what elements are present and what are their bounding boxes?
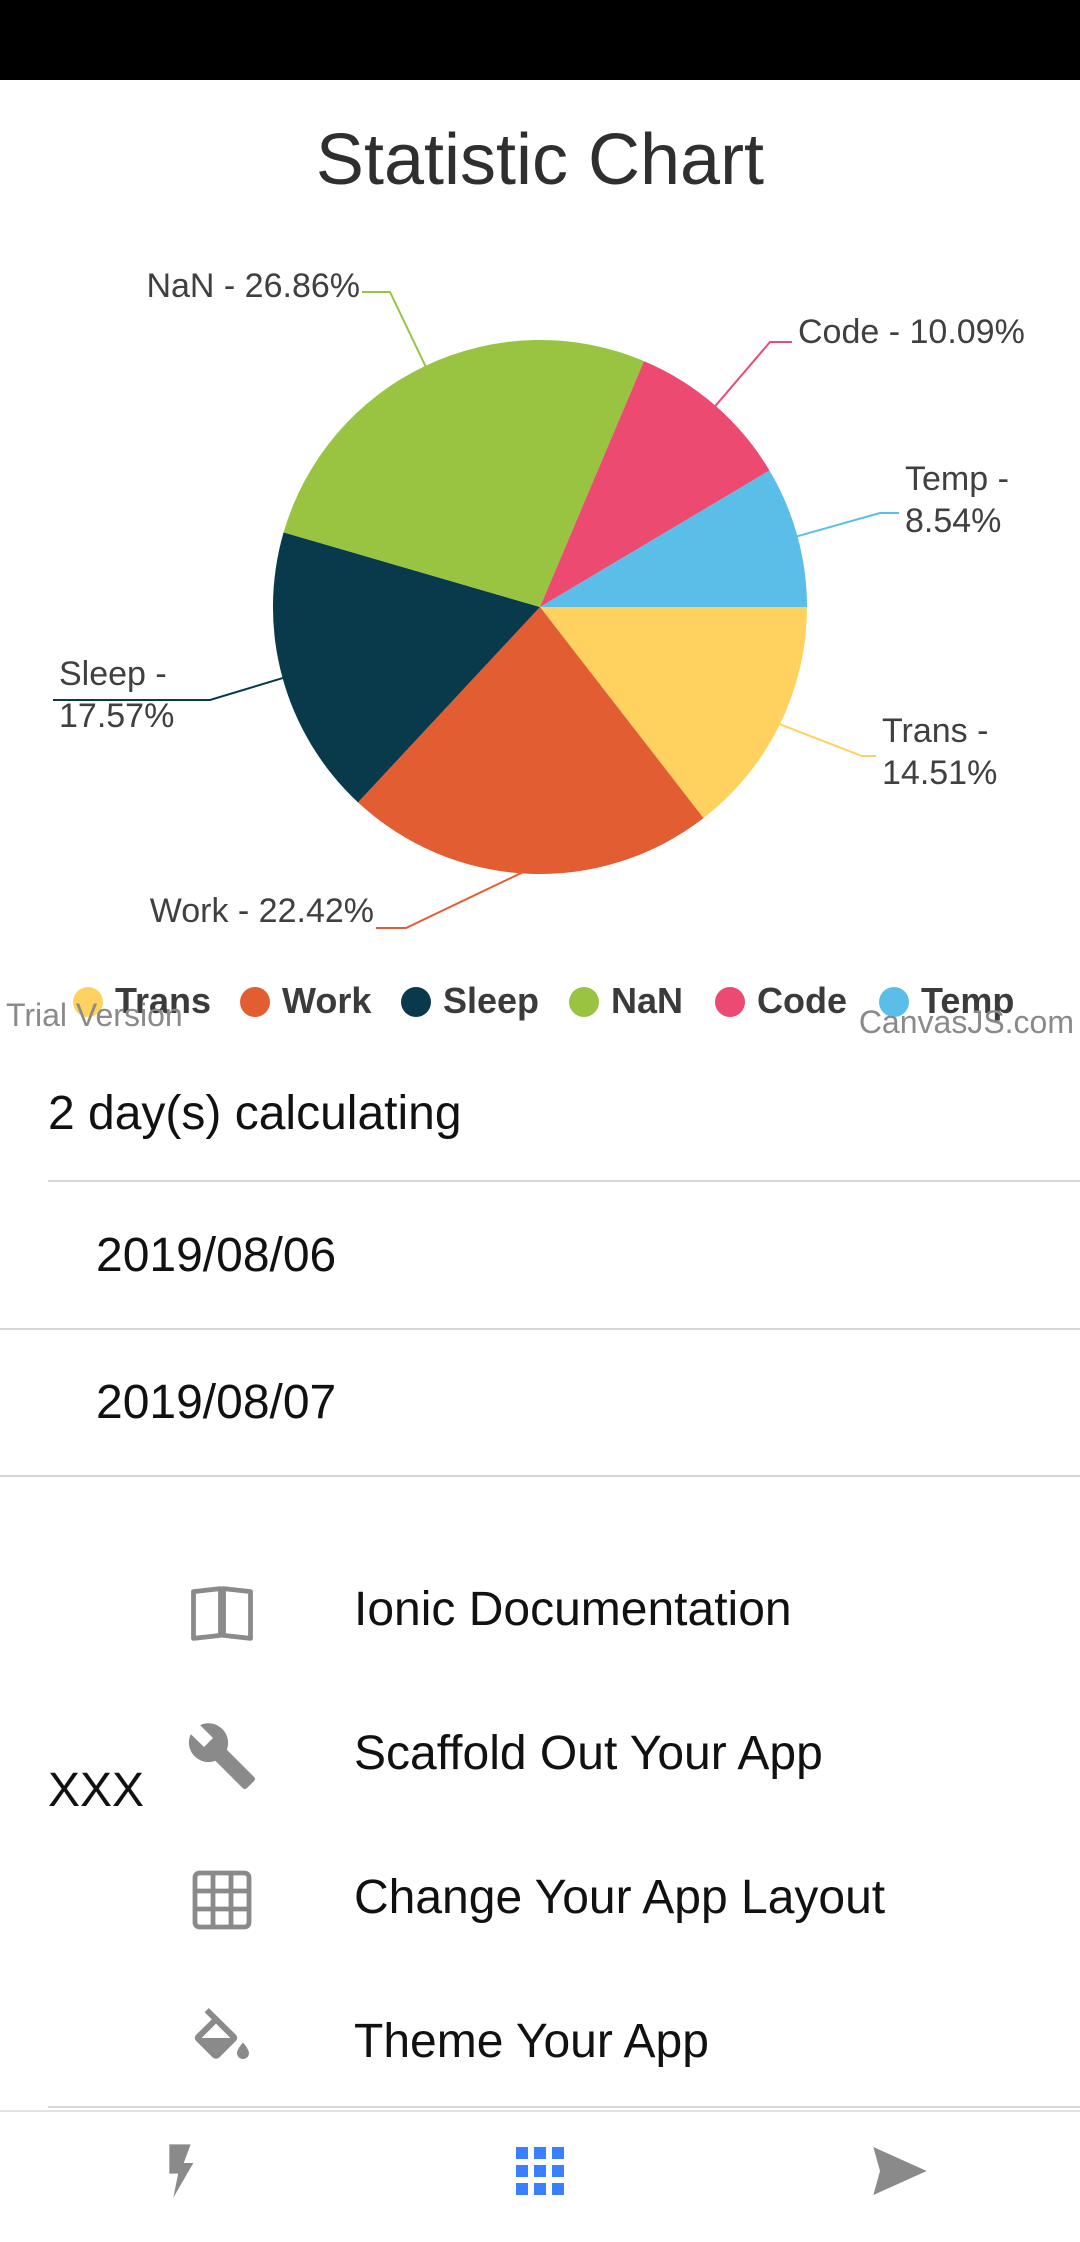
legend-marker-nan[interactable] xyxy=(569,987,599,1017)
pie-label-temp: Temp -8.54% xyxy=(905,460,1009,540)
tab-flash[interactable] xyxy=(0,2112,360,2242)
menu-item-scaffold[interactable]: Scaffold Out Your App xyxy=(0,1682,1080,1826)
divider xyxy=(0,1475,1080,1477)
status-bar xyxy=(0,0,1080,80)
menu-item-theme[interactable]: Theme Your App xyxy=(0,1970,1080,2114)
grid-icon xyxy=(192,1870,252,1930)
days-text: 2 day(s) calculating xyxy=(48,1087,462,1140)
pie-label-nan: NaN - 26.86% xyxy=(146,267,360,305)
chart-credit-left: Trial Version xyxy=(6,997,183,1033)
date-item[interactable]: 2019/08/07 xyxy=(0,1331,1080,1477)
divider xyxy=(48,2106,1080,2108)
statistic-chart: Statistic Chart Trans -14.51% Work - 22.4… xyxy=(0,80,1080,1040)
menu-item-label: Change Your App Layout xyxy=(354,1871,886,1924)
date-item[interactable]: 2019/08/06 xyxy=(0,1184,1080,1330)
pie-leader-line-trans xyxy=(775,721,876,757)
legend-label-work[interactable]: Work xyxy=(282,980,372,1021)
tab-apps[interactable] xyxy=(360,2112,720,2242)
pie-label-work: Work - 22.42% xyxy=(150,892,374,930)
legend-marker-work[interactable] xyxy=(240,987,270,1017)
legend-label-nan[interactable]: NaN xyxy=(611,980,683,1021)
pie-label-sleep: Sleep -17.57% xyxy=(59,655,174,735)
pie-leader-line-code xyxy=(712,341,792,410)
date-label: 2019/08/06 xyxy=(96,1229,337,1282)
pie-leader-line-work xyxy=(376,868,529,929)
menu-item-ionic-documentation[interactable]: Ionic Documentation xyxy=(0,1538,1080,1682)
menu-item-label: Theme Your App xyxy=(354,2015,709,2068)
date-label: 2019/08/07 xyxy=(96,1376,337,1429)
legend-marker-sleep[interactable] xyxy=(401,987,431,1017)
menu-item-label: Ionic Documentation xyxy=(354,1583,792,1636)
tab-send[interactable] xyxy=(720,2112,1080,2242)
paint-bucket-icon xyxy=(194,2008,249,2059)
legend-label-sleep[interactable]: Sleep xyxy=(443,980,539,1021)
wrench-icon xyxy=(188,1723,255,1789)
menu-list: XXX Ionic Documentation Scaffold Out You… xyxy=(0,1478,1080,2108)
legend-label-code[interactable]: Code xyxy=(757,980,847,1021)
pie-chart-svg: Statistic Chart Trans -14.51% Work - 22.4… xyxy=(6,120,1074,1040)
send-icon xyxy=(873,2147,927,2195)
legend-marker-code[interactable] xyxy=(715,987,745,1017)
days-summary: 2 day(s) calculating xyxy=(0,1062,1080,1182)
chart-credit-right: CanvasJS.com xyxy=(859,1004,1074,1040)
book-icon xyxy=(191,1586,253,1641)
divider xyxy=(0,1328,1080,1330)
tab-bar xyxy=(0,2110,1080,2242)
pie-label-code: Code - 10.09% xyxy=(798,313,1025,351)
apps-icon xyxy=(516,2147,564,2195)
pie-label-trans: Trans -14.51% xyxy=(882,712,997,792)
chart-title: Statistic Chart xyxy=(316,120,764,200)
flash-icon xyxy=(169,2144,194,2198)
menu-item-change-layout[interactable]: Change Your App Layout xyxy=(0,1826,1080,1970)
pie-leader-line-temp xyxy=(793,512,899,539)
menu-item-label: Scaffold Out Your App xyxy=(354,1727,823,1780)
pie-leader-line-nan xyxy=(362,291,429,370)
divider xyxy=(48,1180,1080,1182)
